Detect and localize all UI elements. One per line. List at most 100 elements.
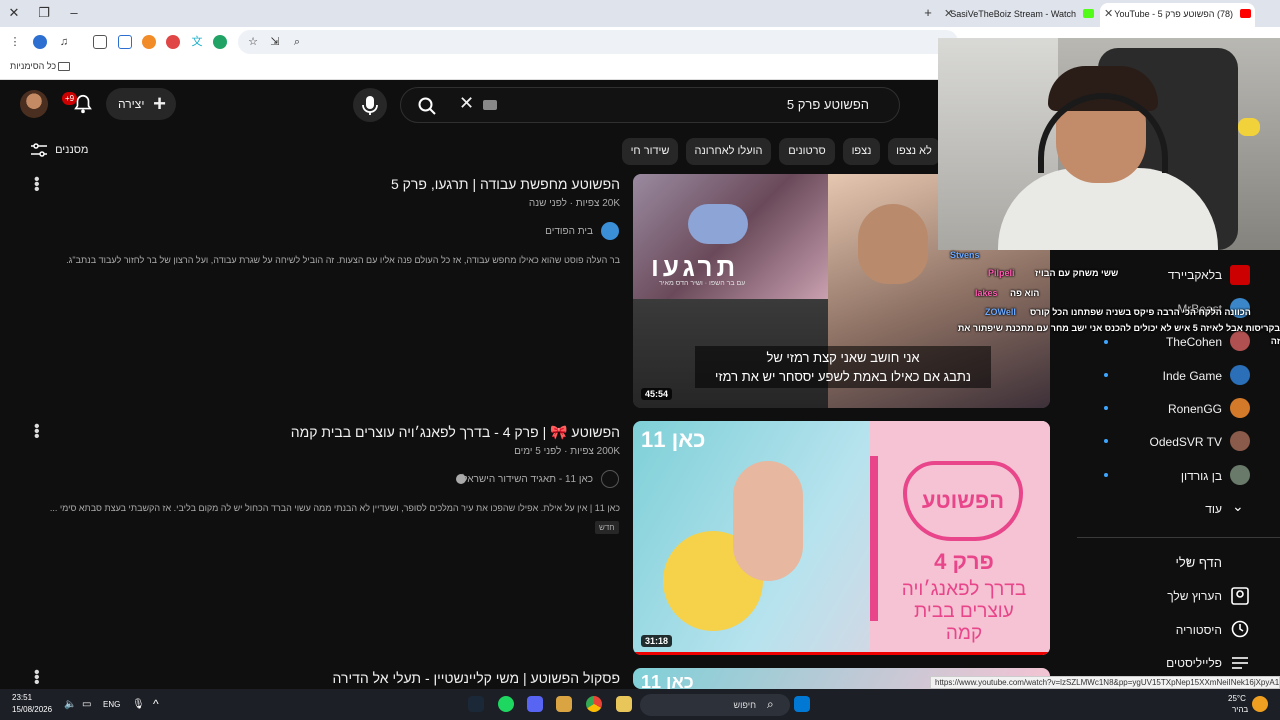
browser-tab-strip: ✕ ❐ – + SasiVeTheBoiz Stream - Watch ✕ (… bbox=[0, 0, 1280, 27]
result-menu-icon[interactable]: • • • bbox=[34, 172, 40, 198]
sidebar-item-your-channel[interactable]: הערוץ שלך bbox=[1167, 589, 1222, 603]
new-content-dot bbox=[1104, 473, 1108, 477]
clock-time[interactable]: 23:51 bbox=[12, 693, 32, 702]
extension-translate-icon[interactable]: 文 bbox=[190, 35, 204, 49]
tab-close-icon[interactable]: ✕ bbox=[944, 3, 953, 25]
caption-line-2: נתבג אם כאילו באמת לשפע יססחר יש את רמזי bbox=[715, 369, 971, 384]
chat-message: ששי משחק עם הבויז bbox=[1035, 268, 1119, 278]
verified-icon bbox=[456, 474, 466, 484]
extensions-icon[interactable] bbox=[93, 35, 107, 49]
result-title[interactable]: הפשוטע 🎀 | פרק 4 - בדרך לפאנג׳ויה עוצרים… bbox=[291, 424, 620, 441]
sidebar-you-heading[interactable]: הדף שלי bbox=[1175, 555, 1222, 570]
extension-screen-icon[interactable] bbox=[118, 35, 132, 49]
close-window-icon[interactable]: ✕ bbox=[4, 4, 24, 22]
filters-sliders-icon bbox=[31, 143, 47, 157]
extension-red-icon[interactable] bbox=[166, 35, 180, 49]
sidebar-item-ben-gordon[interactable]: בן גורדון bbox=[1181, 469, 1222, 483]
media-control-icon[interactable]: ♫ bbox=[57, 35, 71, 49]
weather-sun-icon bbox=[1252, 696, 1268, 712]
microphone-icon[interactable]: 🎙 bbox=[132, 699, 145, 710]
filters-button[interactable]: מסננים bbox=[30, 142, 89, 158]
create-button[interactable]: יצירה + bbox=[106, 88, 176, 120]
channel-avatar[interactable] bbox=[601, 470, 619, 488]
voice-search-button[interactable] bbox=[353, 88, 387, 122]
new-badge: חדש bbox=[595, 521, 619, 534]
result-thumbnail[interactable]: כאן 11 הפשוטע פרק 4 בדרך לפאנג׳ויה עוצרי… bbox=[633, 421, 1050, 655]
sidebar-item-history[interactable]: היסטוריה bbox=[1176, 623, 1222, 637]
profile-icon[interactable] bbox=[33, 35, 47, 49]
game-app-icon[interactable] bbox=[556, 696, 572, 712]
channel-name[interactable]: כאן 11 - תאגיד השידור הישראלי bbox=[460, 474, 593, 485]
chip-unwatched[interactable]: לא נצפו bbox=[888, 138, 940, 165]
restore-window-icon[interactable]: ❐ bbox=[34, 4, 54, 22]
sidebar-item-ronengg[interactable]: RonenGG bbox=[1168, 402, 1222, 416]
mask-shape bbox=[688, 204, 748, 244]
volume-icon[interactable]: 🔈 bbox=[64, 699, 76, 710]
language-indicator[interactable]: ENG bbox=[103, 700, 120, 709]
chevron-down-icon[interactable]: ⌄ bbox=[1232, 498, 1244, 515]
extension-orange-icon[interactable] bbox=[142, 35, 156, 49]
thumbnail-episode: פרק 4 bbox=[934, 549, 994, 574]
filters-label: מסננים bbox=[55, 143, 89, 156]
result-menu-icon[interactable]: • • • bbox=[34, 665, 40, 691]
webcam-overlay bbox=[938, 38, 1280, 250]
result-title[interactable]: פסקול הפשוטע | משי קליינשטיין - תעלי אל … bbox=[333, 670, 620, 686]
chrome-icon[interactable] bbox=[586, 696, 602, 712]
new-content-dot bbox=[1104, 439, 1108, 443]
channel-name[interactable]: בית הפודים bbox=[545, 226, 593, 237]
kick-favicon-icon bbox=[1083, 9, 1094, 18]
network-icon[interactable]: ▭ bbox=[82, 699, 91, 710]
result-description: בר העלה פוסט שהוא כאילו מחפש עבודה, אז כ… bbox=[66, 255, 620, 265]
windows-start-icon[interactable] bbox=[794, 696, 810, 712]
tray-chevron-icon[interactable]: ^ bbox=[153, 697, 159, 711]
tab-close-icon[interactable]: ✕ bbox=[1104, 3, 1113, 25]
thumb-line-2: עוצרים בבית bbox=[914, 601, 1014, 622]
tab-youtube[interactable]: (78) הפשוטע פרק 5 - YouTube ✕ bbox=[1100, 3, 1255, 27]
install-app-icon[interactable]: ⇲ bbox=[268, 35, 282, 49]
sidebar-item-odedsvr[interactable]: OdedSVR TV bbox=[1150, 435, 1222, 449]
channel-icon bbox=[1230, 431, 1250, 451]
chip-watched[interactable]: נצפו bbox=[843, 138, 880, 165]
youtube-favicon-icon bbox=[1240, 9, 1251, 18]
new-content-dot bbox=[1104, 373, 1108, 377]
sidebar-item-playlists[interactable]: פלייליסטים bbox=[1166, 656, 1222, 670]
all-bookmarks-link[interactable]: כל הסימניות bbox=[10, 61, 56, 71]
chip-live[interactable]: שידור חי bbox=[622, 138, 678, 165]
zoom-icon[interactable]: ⌕ bbox=[290, 35, 304, 49]
result-description: כאן 11 | אין על אילת. אפילו שהפכו את עיר… bbox=[49, 503, 620, 513]
menu-dots-icon[interactable]: ⋮ bbox=[8, 35, 22, 49]
extension-green-icon[interactable] bbox=[213, 35, 227, 49]
tab-stream[interactable]: SasiVeTheBoiz Stream - Watch ✕ bbox=[940, 3, 1098, 27]
result-meta: 20K צפיות · לפני שנה bbox=[528, 198, 620, 209]
weather-temp[interactable]: 25°C bbox=[1228, 694, 1246, 703]
avatar[interactable] bbox=[20, 90, 48, 118]
sidebar-more[interactable]: עוד bbox=[1205, 502, 1222, 516]
clear-search-icon[interactable]: ✕ bbox=[459, 93, 474, 114]
thumbnail-show-subtitle: עם בר השפו · ושיר הדס מאיר bbox=[659, 280, 746, 287]
result-menu-icon[interactable]: • • • bbox=[34, 419, 40, 445]
result-title[interactable]: הפשוטע מחפשת עבודה | תרגעו, פרק 5 bbox=[391, 176, 620, 192]
chat-message: בקריסות אבל לאיזה 5 איש לא יכולים להכנס … bbox=[957, 323, 1280, 346]
discord-icon[interactable] bbox=[527, 696, 543, 712]
address-bar[interactable]: ☆ ⇲ ⌕ bbox=[238, 30, 958, 54]
search-label: חיפוש bbox=[733, 700, 756, 710]
result-meta: 200K צפיות · לפני 5 ימים bbox=[514, 446, 620, 457]
search-input[interactable]: הפשוטע פרק 5 bbox=[787, 97, 869, 112]
plus-icon: + bbox=[153, 91, 166, 116]
keyboard-icon[interactable] bbox=[483, 100, 497, 110]
chip-videos[interactable]: סרטונים bbox=[779, 138, 835, 165]
clock-date[interactable]: 15/08/2026 bbox=[12, 705, 52, 714]
sidebar-item-inde-game[interactable]: Inde Game bbox=[1163, 369, 1222, 383]
steam-icon[interactable] bbox=[468, 696, 484, 712]
sidebar-item-blackbird[interactable]: בלאקביירד bbox=[1168, 268, 1222, 282]
chip-recent[interactable]: הועלו לאחרונה bbox=[686, 138, 771, 165]
bookmark-star-icon[interactable]: ☆ bbox=[246, 35, 260, 49]
minimize-window-icon[interactable]: – bbox=[64, 4, 84, 22]
new-tab-icon[interactable]: + bbox=[918, 4, 938, 22]
channel-avatar[interactable] bbox=[601, 222, 619, 240]
search-box[interactable]: ✕ הפשוטע פרק 5 bbox=[400, 87, 900, 123]
search-icon[interactable] bbox=[417, 96, 437, 116]
file-explorer-icon[interactable] bbox=[616, 696, 632, 712]
chat-user: ZOWell bbox=[985, 307, 1016, 317]
spotify-icon[interactable] bbox=[498, 696, 514, 712]
